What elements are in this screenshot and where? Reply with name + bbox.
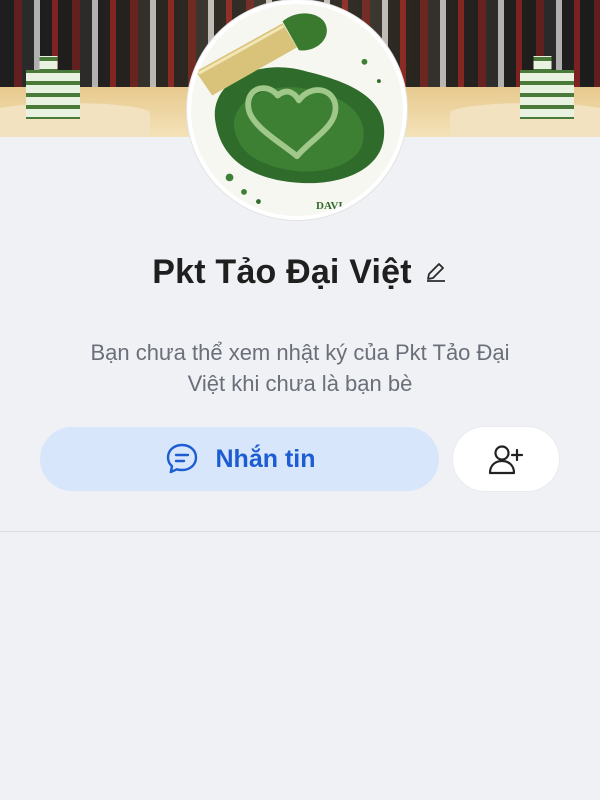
avatar-brand-text: DAVI [316,200,343,212]
avatar[interactable]: DAVI [187,0,407,220]
notice-line-2: Việt khi chưa là bạn bè [187,371,413,396]
message-button-label: Nhắn tin [215,444,316,473]
add-friend-button[interactable] [453,427,559,491]
friend-required-notice: Bạn chưa thể xem nhật ký của Pkt Tảo Đại… [40,337,560,399]
message-button[interactable]: Nhắn tin [40,427,439,491]
profile-name-row: Pkt Tảo Đại Việt [0,250,600,294]
add-friend-icon [488,445,524,475]
chat-bubble-icon [166,443,197,474]
notice-line-1: Bạn chưa thể xem nhật ký của Pkt Tảo Đại [90,340,510,365]
section-divider [0,531,600,532]
pencil-icon[interactable] [424,260,448,284]
profile-name: Pkt Tảo Đại Việt [152,252,412,291]
avatar-image [191,4,403,216]
